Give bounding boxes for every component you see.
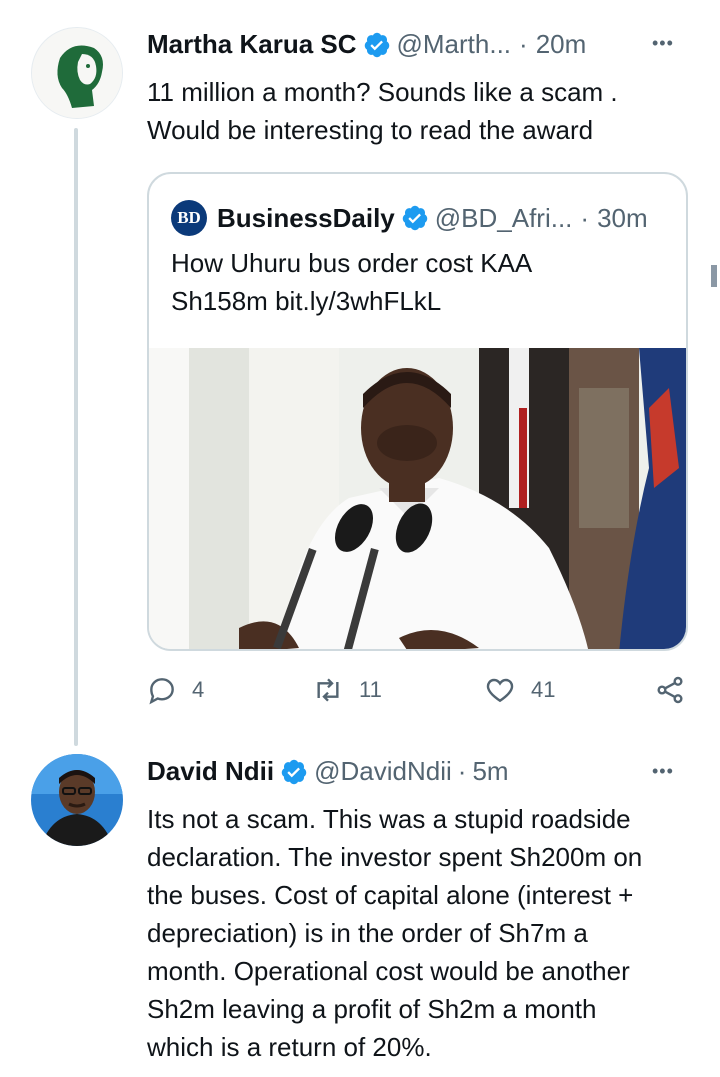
- quoted-text-line: Sh158m bit.ly/3whFLkL: [171, 286, 442, 316]
- separator-dot: ·: [580, 202, 590, 233]
- like-count: 41: [531, 677, 556, 702]
- quoted-author-handle[interactable]: @BD_Afri...: [435, 203, 573, 234]
- timestamp[interactable]: 20m: [536, 29, 587, 60]
- separator-dot: ·: [519, 29, 528, 59]
- tweet-martha-karua[interactable]: Martha Karua SC @Marth... · 20m ••• 11 m…: [0, 0, 720, 750]
- quoted-tweet[interactable]: BD BusinessDaily @BD_Afri... · 30m How U…: [147, 172, 688, 651]
- reply-count: 4: [192, 677, 205, 702]
- tweet-text-line: Its not a scam. This was a stupid roadsi…: [147, 804, 631, 834]
- quoted-author-name[interactable]: BusinessDaily: [217, 203, 395, 234]
- retweet-button[interactable]: 11: [311, 674, 382, 706]
- separator-dot: ·: [457, 756, 467, 786]
- news-photo-speaker-at-microphones[interactable]: [149, 348, 688, 651]
- verified-badge-icon: [402, 205, 427, 231]
- tweet-text-line: declaration. The investor spent Sh200m o…: [147, 842, 643, 872]
- author-name[interactable]: Martha Karua SC: [147, 29, 357, 60]
- retweet-count: 11: [359, 677, 382, 702]
- tweet-text-line: Would be interesting to read the award: [147, 115, 594, 145]
- verified-badge-icon: [281, 759, 307, 784]
- heart-icon: [486, 678, 514, 703]
- tweet-text-line: 11 million a month? Sounds like a scam .: [147, 77, 618, 107]
- verified-badge-icon: [364, 32, 389, 57]
- quoted-tweet-header: BD BusinessDaily @BD_Afri... · 30m: [171, 200, 648, 236]
- tweet-header: Martha Karua SC @Marth... · 20m: [147, 29, 586, 60]
- avatar-portrait-photo: [31, 754, 123, 846]
- tweet-text-line: month. Operational cost would be another: [147, 956, 630, 986]
- timestamp[interactable]: 5m: [472, 756, 508, 787]
- author-handle[interactable]: @DavidNdii: [314, 756, 452, 787]
- tweet-text: 11 million a month? Sounds like a scam .…: [147, 73, 618, 149]
- quoted-timestamp[interactable]: 30m: [597, 203, 648, 234]
- reply-icon: [149, 678, 174, 705]
- tweet-text-line: the buses. Cost of capital alone (intere…: [147, 880, 634, 910]
- like-button[interactable]: 41: [483, 674, 555, 706]
- thread-line: [74, 128, 78, 746]
- more-options-icon[interactable]: •••: [652, 26, 674, 60]
- share-button[interactable]: [653, 674, 701, 706]
- author-name[interactable]: David Ndii: [147, 756, 274, 787]
- tweet-text-line: depreciation) is in the order of Sh7m a: [147, 918, 588, 948]
- tweet-david-ndii[interactable]: David Ndii @DavidNdii · 5m ••• Its not a…: [0, 740, 720, 1077]
- avatar-portrait-logo: [32, 28, 122, 118]
- tweet-text: Its not a scam. This was a stupid roadsi…: [147, 800, 642, 1066]
- quoted-tweet-text: How Uhuru bus order cost KAA Sh158m bit.…: [171, 244, 532, 320]
- more-options-icon[interactable]: •••: [652, 754, 674, 788]
- reply-button[interactable]: 4: [146, 674, 204, 706]
- quoted-text-line: How Uhuru bus order cost KAA: [171, 248, 533, 278]
- tweet-actions: 4 11 41: [146, 672, 691, 712]
- tweet-text-line: which is a return of 20%.: [147, 1032, 432, 1062]
- businessdaily-avatar[interactable]: BD: [171, 200, 207, 236]
- avatar[interactable]: [31, 27, 123, 119]
- avatar[interactable]: [31, 754, 123, 846]
- tweet-header: David Ndii @DavidNdii · 5m: [147, 756, 509, 787]
- retweet-icon: [317, 678, 339, 702]
- author-handle[interactable]: @Marth...: [397, 29, 512, 60]
- share-icon: [657, 676, 683, 704]
- tweet-text-line: Sh2m leaving a profit of Sh2m a month: [147, 994, 597, 1024]
